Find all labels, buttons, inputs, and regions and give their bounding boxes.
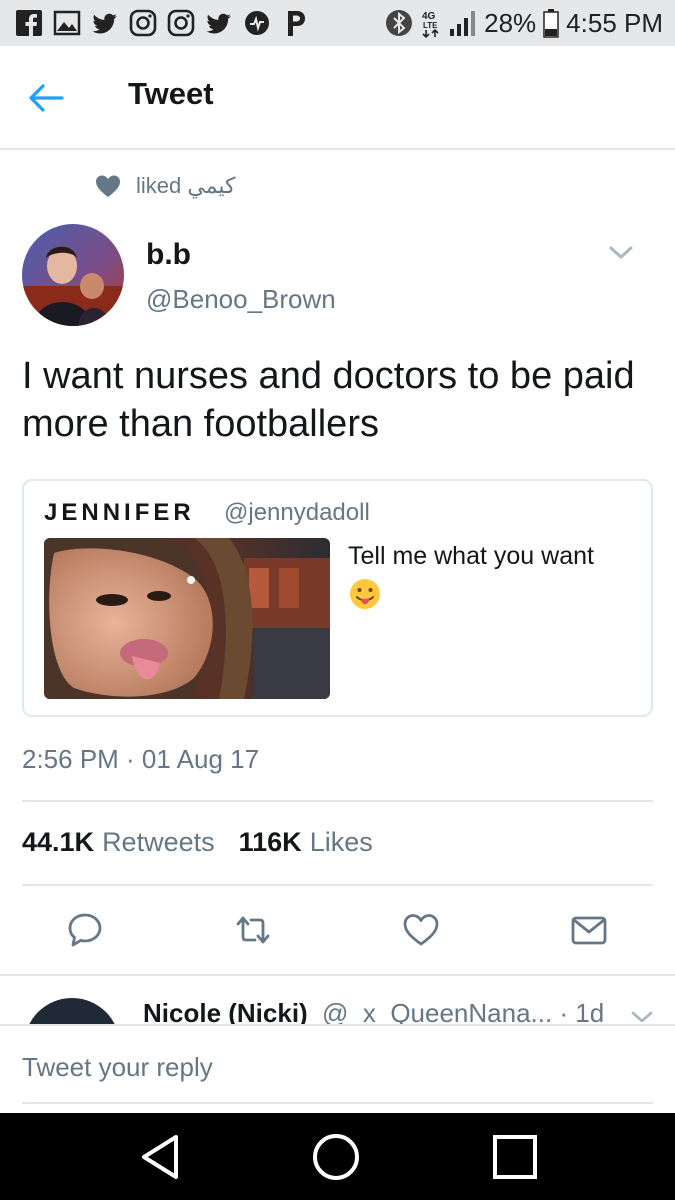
twitter-icon [204,8,234,38]
battery-icon [543,8,559,38]
more-options-button[interactable] [604,240,638,266]
battery-percent: 28% [484,7,537,38]
chevron-down-icon [609,246,633,259]
back-button[interactable] [26,78,66,118]
instagram-icon [166,8,196,38]
app-header: Tweet [0,46,675,150]
clock: 4:55 PM [566,7,663,38]
message-icon [571,916,607,945]
facebook-icon [14,8,44,38]
system-status: 4G LTE 28% 4:55 PM [385,8,663,39]
bluetooth-icon [385,9,413,37]
reply-icon [68,913,102,947]
triangle-back-icon [142,1135,178,1179]
page-title: Tweet [128,76,214,111]
quote-author-name: JENNIFER [44,499,195,526]
retweet-button[interactable] [231,908,275,952]
reply-button[interactable] [63,908,107,952]
likes-label: Likes [309,827,373,857]
nav-recents-button[interactable] [489,1131,541,1183]
reply-input-underline [22,1102,653,1104]
reply-composer [0,1024,675,1114]
retweet-icon [236,916,270,944]
android-nav-bar [0,1113,675,1200]
author-name[interactable]: b.b [146,238,191,272]
status-bar: 4G LTE 28% 4:55 PM [0,0,675,46]
author-avatar[interactable] [22,224,124,326]
tweet-timestamp[interactable]: 2:56 PM · 01 Aug 17 [22,744,259,775]
signal-icon [449,9,477,37]
gallery-icon [52,8,82,38]
square-recents-icon [493,1135,537,1179]
quoted-tweet[interactable]: JENNIFER @jennydadoll Tell me what you w… [22,479,653,717]
retweets-stat[interactable]: 44.1K Retweets [22,827,215,858]
like-button[interactable] [399,908,443,952]
musically-icon [242,8,272,38]
circle-home-icon [313,1134,359,1180]
likes-stat[interactable]: 116K Likes [239,827,373,858]
quote-text-block: Tell me what you want [348,539,638,620]
nav-home-button[interactable] [310,1131,362,1183]
notification-icons [14,8,310,38]
like-icon [403,914,439,946]
divider [22,884,653,886]
nav-back-button[interactable] [134,1131,186,1183]
reply-input[interactable] [22,1052,653,1083]
divider [22,800,653,802]
author-handle[interactable]: @Benoo_Brown [146,284,336,315]
network-type-icon: 4G LTE [420,8,442,38]
quote-author-handle: @jennydadoll [224,499,370,526]
tweet-text: I want nurses and doctors to be paid mor… [22,355,635,445]
tweet-stats: 44.1K Retweets 116K Likes [22,827,373,858]
pinterest-icon [280,8,310,38]
instagram-icon [128,8,158,38]
quote-text: Tell me what you want [348,542,594,570]
back-arrow-icon [29,84,64,112]
section-divider [0,974,675,976]
direct-message-button[interactable] [567,908,611,952]
social-context: liked كيمي [94,172,236,200]
social-context-text: liked كيمي [136,173,236,198]
heart-icon [96,175,120,197]
twitter-icon [90,8,120,38]
quote-media-thumbnail[interactable] [44,538,330,699]
svg-text:LTE: LTE [423,21,438,30]
retweets-count: 44.1K [22,827,95,857]
face-with-tongue-emoji [350,579,380,609]
retweets-label: Retweets [102,827,215,857]
likes-count: 116K [238,827,302,857]
